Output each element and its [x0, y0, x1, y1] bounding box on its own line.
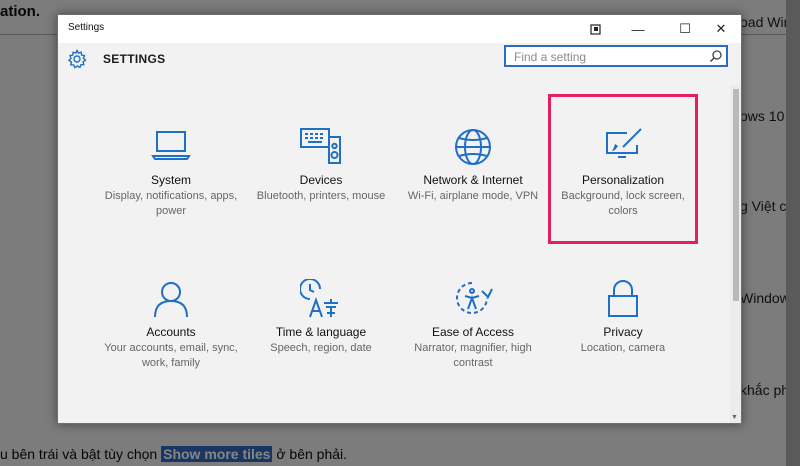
- tile-devices[interactable]: Devices Bluetooth, printers, mouse: [246, 115, 396, 245]
- gear-icon: [67, 49, 87, 69]
- pin-icon: [589, 23, 601, 35]
- devices-icon: [300, 128, 341, 164]
- tile-accounts[interactable]: Accounts Your accounts, email, sync, wor…: [96, 267, 246, 397]
- tile-network-internet[interactable]: Network & Internet Wi-Fi, airplane mode,…: [398, 115, 548, 245]
- tile-name: Ease of Access: [431, 325, 515, 339]
- window-title: Settings: [68, 22, 105, 33]
- tile-name: Accounts: [146, 325, 196, 339]
- time-language-icon: [300, 279, 338, 318]
- tile-description: Narrator, magnifier, high contrast: [414, 342, 532, 369]
- settings-window: Settings — ☐ ✕ SETTINGS ▼: [57, 14, 742, 424]
- window-scrollbar[interactable]: ▼: [730, 85, 741, 423]
- page-scrollbar[interactable]: [786, 0, 800, 466]
- search-input[interactable]: [512, 48, 706, 66]
- tile-description: Speech, region, date: [270, 342, 372, 354]
- tile-name: System: [150, 173, 191, 187]
- scrollbar-thumb[interactable]: [733, 89, 739, 301]
- lock-icon: [608, 280, 638, 317]
- tile-name: Time & language: [275, 325, 367, 339]
- tile-time-language[interactable]: Time & language Speech, region, date: [246, 267, 396, 397]
- tile-description: Location, camera: [580, 342, 666, 354]
- page-title: SETTINGS: [103, 52, 166, 66]
- tile-name: Devices: [299, 173, 343, 187]
- tile-description: Wi-Fi, airplane mode, VPN: [407, 190, 539, 202]
- tile-description: Your accounts, email, sync, work, family: [104, 342, 238, 369]
- ease-of-access-icon: [456, 282, 493, 314]
- search-box[interactable]: [504, 45, 728, 67]
- tile-description: Display, notifications, apps, power: [104, 190, 238, 217]
- settings-header: SETTINGS: [58, 43, 741, 83]
- pin-button[interactable]: [580, 15, 610, 43]
- maximize-button[interactable]: ☐: [670, 15, 700, 43]
- globe-icon: [455, 129, 491, 165]
- title-bar[interactable]: Settings — ☐ ✕: [58, 15, 741, 43]
- tile-name: Network & Internet: [423, 173, 523, 187]
- highlight-box: [548, 94, 698, 244]
- laptop-icon: [151, 131, 191, 160]
- tile-ease-of-access[interactable]: Ease of Access Narrator, magnifier, high…: [398, 267, 548, 397]
- tile-description: Bluetooth, printers, mouse: [256, 190, 386, 202]
- tile-name: Privacy: [603, 325, 643, 339]
- close-button[interactable]: ✕: [706, 15, 736, 43]
- search-icon[interactable]: [709, 49, 723, 63]
- tile-system[interactable]: System Display, notifications, apps, pow…: [96, 115, 246, 245]
- scroll-down-arrow-icon[interactable]: ▼: [731, 414, 738, 421]
- minimize-button[interactable]: —: [623, 15, 653, 43]
- tile-privacy[interactable]: Privacy Location, camera: [548, 267, 698, 397]
- person-icon: [154, 282, 188, 318]
